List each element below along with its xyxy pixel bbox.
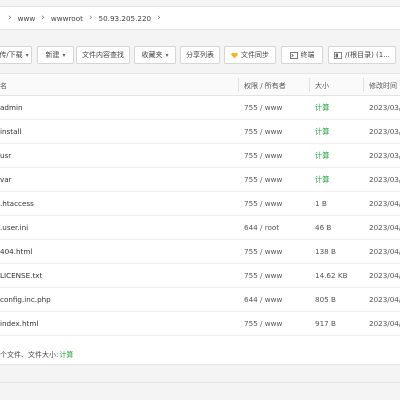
- column-divider: [363, 78, 364, 92]
- file-perm[interactable]: 755 / www: [244, 151, 282, 160]
- file-size: 917 B: [315, 319, 336, 328]
- top-strip: [0, 0, 400, 4]
- file-date: 2023/03/: [369, 175, 400, 184]
- table-footer: 个文件、文件大小: 计算: [0, 344, 400, 366]
- favorites-button[interactable]: 收藏夹 ▾: [134, 46, 176, 64]
- footer-calc-link[interactable]: 计算: [59, 350, 73, 360]
- content-search-label: 文件内容查找: [82, 51, 124, 59]
- table-row[interactable]: index.html 755 / www 917 B 2023/04/: [0, 312, 400, 336]
- chevron-down-icon: ▾: [165, 51, 169, 59]
- file-size-calc-link[interactable]: 计算: [315, 127, 329, 137]
- share-list-button[interactable]: 分享列表: [180, 46, 220, 64]
- file-date: 2023/03/: [369, 103, 400, 112]
- chevron-down-icon: ▾: [25, 51, 29, 59]
- file-date: 2023/03/: [369, 151, 400, 160]
- terminal-icon: [289, 51, 298, 59]
- path-label: /(根目录) (1...: [345, 51, 390, 59]
- chevron-down-icon: ▾: [62, 51, 66, 59]
- breadcrumb-label: www: [17, 13, 36, 23]
- table-row[interactable]: var 755 / www 计算 2023/03/: [0, 168, 400, 192]
- file-name[interactable]: index.html: [0, 319, 38, 328]
- file-perm[interactable]: 755 / www: [244, 271, 282, 280]
- table-row[interactable]: 404.html 755 / www 138 B 2023/04/: [0, 240, 400, 264]
- chevron-right-icon: ›: [88, 13, 93, 23]
- file-perm[interactable]: 644 / root: [244, 223, 279, 232]
- new-label: 新建: [45, 51, 60, 59]
- column-perm-header[interactable]: 权限 / 所有者: [244, 81, 286, 91]
- file-perm[interactable]: 644 / www: [244, 295, 282, 304]
- file-size-calc-link[interactable]: 计算: [315, 175, 329, 185]
- breadcrumb-item[interactable]: › www: [2, 7, 35, 29]
- table-row[interactable]: usr 755 / www 计算 2023/03/: [0, 144, 400, 168]
- file-date: 2023/03/: [369, 127, 400, 136]
- file-name[interactable]: config.inc.php: [0, 295, 51, 304]
- table-row[interactable]: .htaccess 755 / www 1 B 2023/04/: [0, 192, 400, 216]
- chevron-right-icon: ›: [157, 13, 161, 23]
- terminal-button[interactable]: 终端: [281, 46, 323, 64]
- new-button[interactable]: 新建 ▾: [37, 46, 74, 64]
- file-name[interactable]: 404.html: [0, 247, 32, 256]
- column-name-header[interactable]: 名: [0, 81, 7, 91]
- share-list-label: 分享列表: [186, 51, 214, 59]
- file-name[interactable]: LICENSE.txt: [0, 271, 42, 280]
- footer-summary: 个文件、文件大小:: [0, 351, 59, 359]
- file-perm[interactable]: 755 / www: [244, 175, 282, 184]
- sync-heart-icon: [231, 52, 238, 59]
- file-date: 2023/04/: [369, 295, 400, 304]
- file-size-calc-link[interactable]: 计算: [315, 103, 329, 113]
- terminal-label: 终端: [300, 51, 315, 59]
- breadcrumb-item[interactable]: › 50.93.205.220: [83, 7, 151, 29]
- file-name[interactable]: .user.ini: [0, 223, 28, 232]
- file-date: 2023/04/: [369, 319, 400, 328]
- breadcrumb-label: 50.93.205.220: [98, 13, 152, 23]
- breadcrumb-end: ›: [151, 7, 167, 29]
- column-divider: [238, 78, 239, 92]
- table-row[interactable]: .user.ini 644 / root 46 B 2023/04/: [0, 216, 400, 240]
- file-name[interactable]: install: [0, 127, 22, 136]
- upload-download-button[interactable]: 传/下载 ▾: [0, 46, 32, 64]
- file-perm[interactable]: 755 / www: [244, 127, 282, 136]
- file-name[interactable]: usr: [0, 151, 11, 160]
- file-name[interactable]: .htaccess: [0, 199, 34, 208]
- toolbar: 传/下载 ▾ 新建 ▾ 文件内容查找 收藏夹 ▾ 分享列表 文件同步 终端 /(…: [0, 46, 400, 66]
- table-row[interactable]: LICENSE.txt 755 / www 14.62 KB 2023/04/: [0, 264, 400, 288]
- column-divider: [309, 78, 310, 92]
- breadcrumb-label: wwwroot: [50, 13, 83, 23]
- file-name[interactable]: admin: [0, 103, 23, 112]
- breadcrumb: › www › wwwroot › 50.93.205.220 ›: [0, 6, 400, 30]
- file-size: 14.62 KB: [315, 271, 348, 280]
- file-date: 2023/04/: [369, 247, 400, 256]
- file-name[interactable]: var: [0, 175, 12, 184]
- chevron-right-icon: ›: [8, 13, 12, 23]
- favorites-label: 收藏夹: [141, 51, 163, 59]
- file-size: 805 B: [315, 295, 336, 304]
- bottom-bar: [0, 382, 400, 400]
- breadcrumb-item[interactable]: › wwwroot: [35, 7, 83, 29]
- file-date: 2023/04/: [369, 271, 400, 280]
- upload-download-label: 传/下载: [0, 51, 23, 59]
- column-size-header[interactable]: 大小: [315, 81, 329, 91]
- file-perm[interactable]: 755 / www: [244, 319, 282, 328]
- table-header: 名 权限 / 所有者 大小 修改时间: [0, 74, 400, 96]
- content-search-button[interactable]: 文件内容查找: [76, 46, 130, 64]
- table-row[interactable]: install 755 / www 计算 2023/03/: [0, 120, 400, 144]
- file-date: 2023/04/: [369, 223, 400, 232]
- table-row[interactable]: config.inc.php 644 / www 805 B 2023/04/: [0, 288, 400, 312]
- folder-icon: [334, 51, 342, 59]
- file-perm[interactable]: 755 / www: [244, 247, 282, 256]
- file-sync-button[interactable]: 文件同步: [224, 46, 276, 64]
- file-size-calc-link[interactable]: 计算: [315, 151, 329, 161]
- file-perm[interactable]: 755 / www: [244, 103, 282, 112]
- chevron-right-icon: ›: [41, 13, 45, 23]
- file-table: 名 权限 / 所有者 大小 修改时间 admin 755 / www 计算 20…: [0, 73, 400, 365]
- file-size: 138 B: [315, 247, 336, 256]
- file-date: 2023/04/: [369, 199, 400, 208]
- path-selector[interactable]: /(根目录) (1...: [328, 46, 396, 64]
- column-date-header[interactable]: 修改时间: [369, 81, 397, 91]
- file-sync-label: 文件同步: [241, 51, 269, 59]
- file-size: 1 B: [315, 199, 327, 208]
- file-size: 46 B: [315, 223, 332, 232]
- file-perm[interactable]: 755 / www: [244, 199, 282, 208]
- table-row[interactable]: admin 755 / www 计算 2023/03/: [0, 96, 400, 120]
